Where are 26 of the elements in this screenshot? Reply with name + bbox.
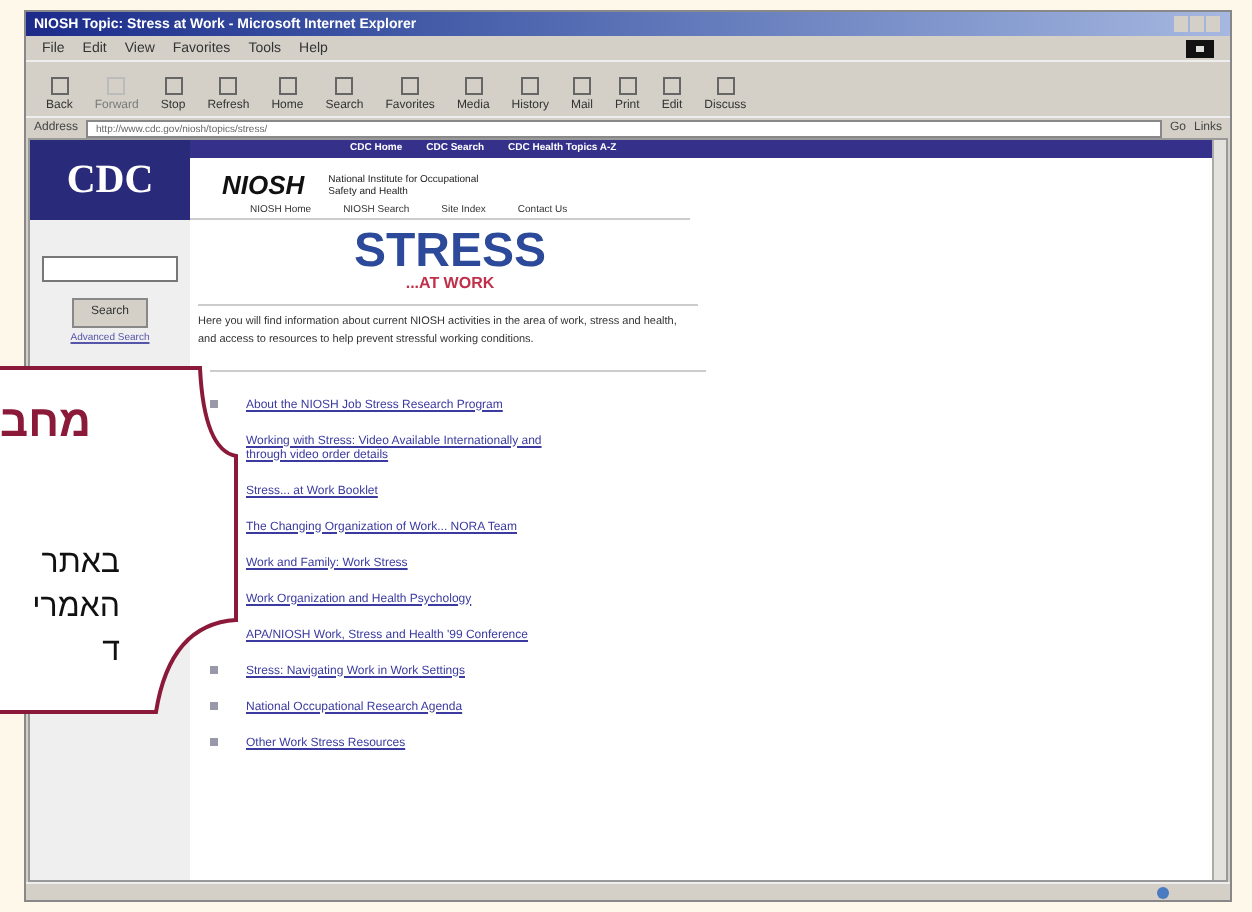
scrollbar[interactable] xyxy=(1212,140,1226,880)
callout-text: האמרי xyxy=(32,588,120,628)
callout-text: ד xyxy=(102,632,120,672)
square-icon xyxy=(661,76,682,96)
square-icon xyxy=(400,76,421,96)
cdc-logo: CDC xyxy=(30,140,190,220)
square-icon xyxy=(277,76,298,96)
square-icon xyxy=(520,76,541,96)
square-icon xyxy=(571,76,592,96)
square-icon xyxy=(218,76,239,96)
square-icon xyxy=(49,76,70,96)
globe-icon xyxy=(1156,885,1170,899)
window-controls-icon[interactable] xyxy=(1174,16,1222,32)
square-icon xyxy=(617,76,638,96)
square-icon xyxy=(715,76,736,96)
callout-title: מחב xyxy=(0,400,91,444)
square-icon xyxy=(106,76,127,96)
square-icon xyxy=(163,76,184,96)
niosh-logo: NIOSH xyxy=(222,168,305,204)
callout-text: באתר xyxy=(41,544,120,584)
windows-logo-icon xyxy=(1186,39,1214,57)
stress-heading: STRESS xyxy=(353,227,547,275)
search-field[interactable] xyxy=(42,256,178,282)
square-icon xyxy=(463,76,484,96)
square-icon xyxy=(334,76,355,96)
at-work-subheading: ...AT WORK xyxy=(405,275,495,291)
